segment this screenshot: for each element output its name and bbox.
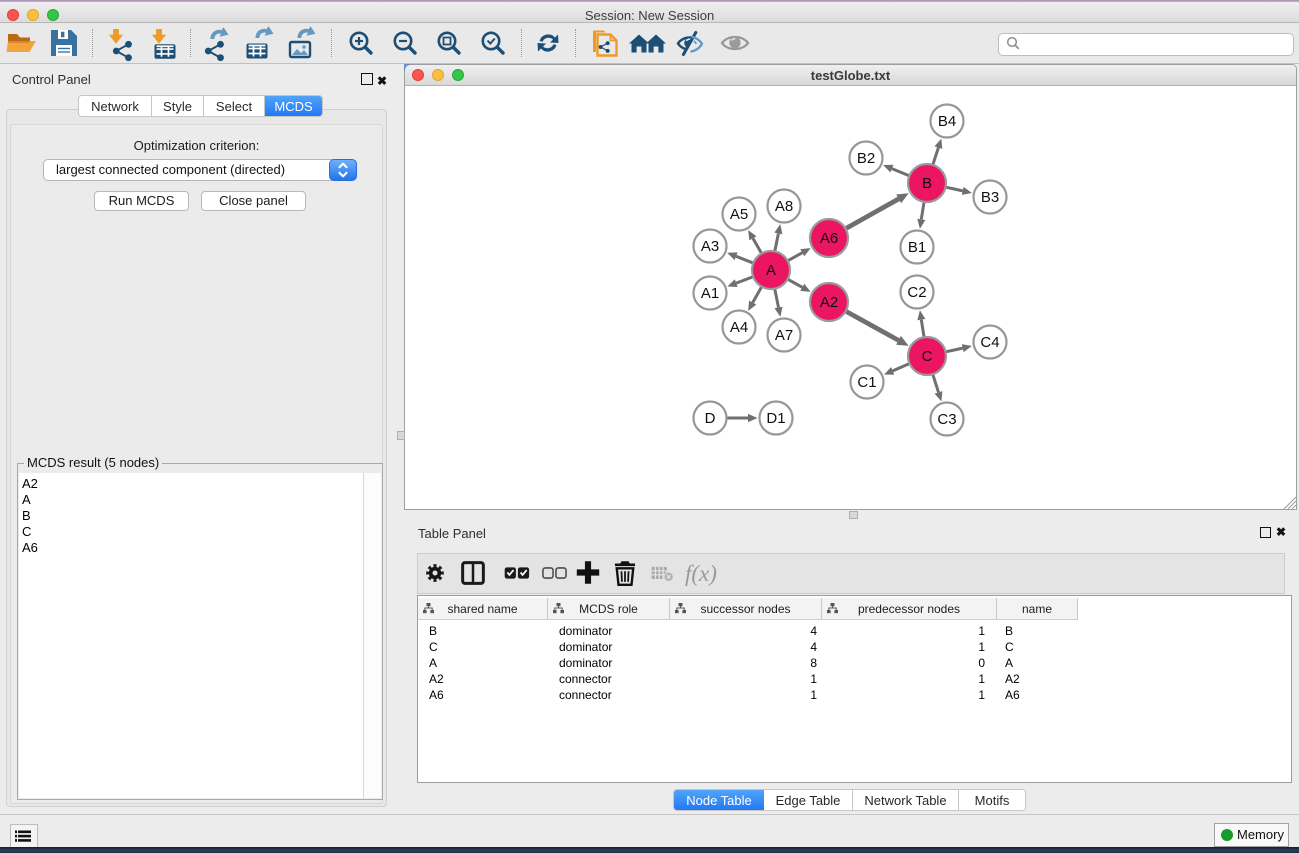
svg-text:A8: A8 xyxy=(775,198,793,215)
svg-text:C2: C2 xyxy=(907,284,926,301)
svg-text:D1: D1 xyxy=(766,410,785,427)
svg-text:A4: A4 xyxy=(730,319,748,336)
svg-text:A3: A3 xyxy=(701,238,719,255)
svg-text:C4: C4 xyxy=(980,334,999,351)
svg-text:B: B xyxy=(922,175,932,192)
svg-text:A5: A5 xyxy=(730,206,748,223)
svg-text:C1: C1 xyxy=(857,374,876,391)
svg-text:B1: B1 xyxy=(908,239,926,256)
svg-text:A6: A6 xyxy=(820,230,838,247)
svg-text:A: A xyxy=(766,262,776,279)
svg-text:B3: B3 xyxy=(981,189,999,206)
svg-text:A2: A2 xyxy=(820,294,838,311)
svg-text:C3: C3 xyxy=(937,411,956,428)
svg-text:A7: A7 xyxy=(775,327,793,344)
svg-text:A1: A1 xyxy=(701,285,719,302)
svg-text:f(x): f(x) xyxy=(685,561,717,586)
svg-text:B4: B4 xyxy=(938,113,956,130)
svg-text:C: C xyxy=(922,348,933,365)
svg-text:D: D xyxy=(705,410,716,427)
svg-text:B2: B2 xyxy=(857,150,875,167)
